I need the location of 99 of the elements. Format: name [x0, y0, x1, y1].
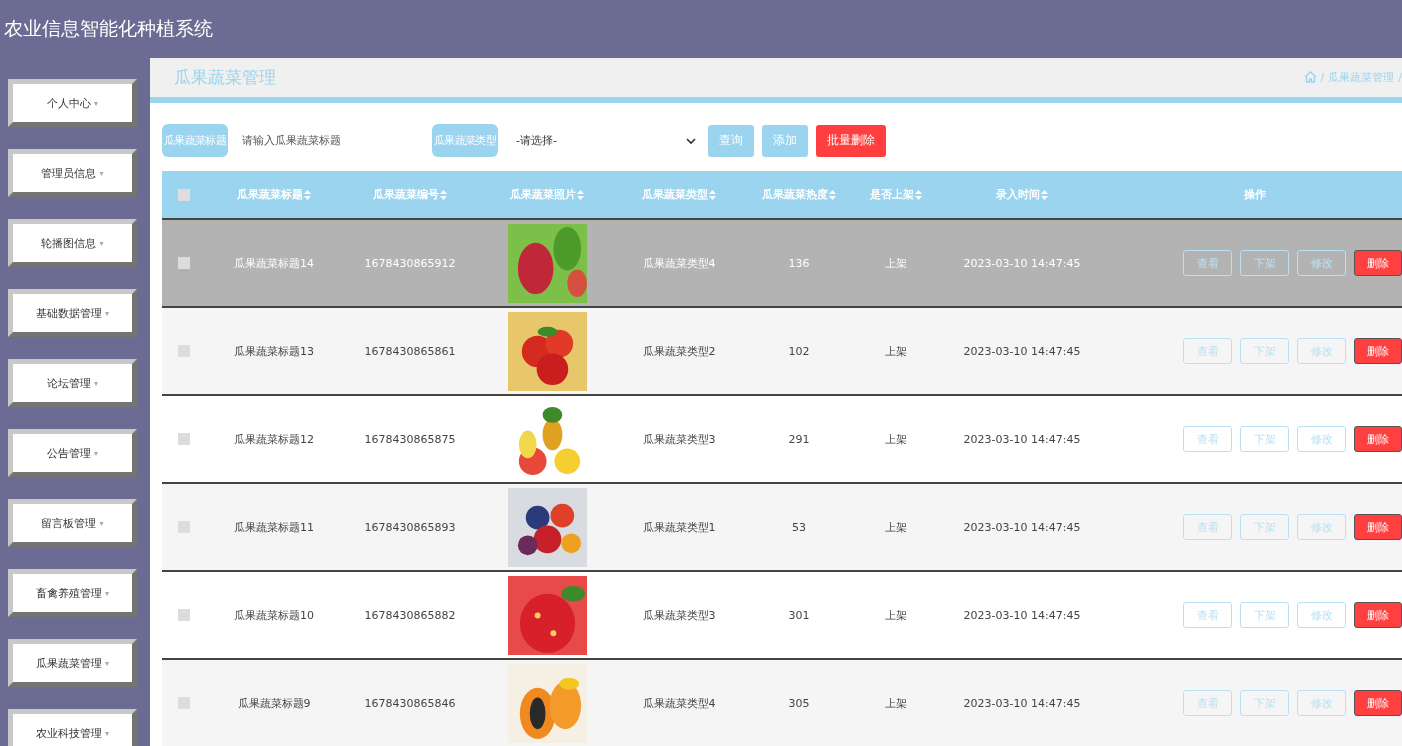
sidebar-item[interactable]: 基础数据管理 ▾: [8, 289, 137, 337]
row-action-button[interactable]: 删除: [1354, 690, 1402, 716]
table-cell: 1678430865912: [364, 256, 456, 270]
table-cell: 上架: [885, 431, 907, 447]
column-header[interactable]: 瓜果蔬菜照片: [510, 187, 576, 202]
row-action-button[interactable]: 下架: [1240, 250, 1289, 276]
row-action-button[interactable]: 修改: [1297, 426, 1346, 452]
table-cell: 瓜果蔬菜标题11: [234, 519, 314, 535]
sort-icon[interactable]: [1041, 189, 1048, 200]
select-all-checkbox[interactable]: [178, 188, 190, 201]
table-cell: 瓜果蔬菜类型2: [642, 343, 716, 359]
row-checkbox[interactable]: [178, 609, 190, 621]
table-cell: 瓜果蔬菜类型4: [642, 255, 716, 271]
table-cell: 2023-03-10 14:47:45: [963, 344, 1081, 358]
table-cell: 301: [788, 608, 810, 622]
row-action-button[interactable]: 删除: [1354, 514, 1402, 540]
row-action-button[interactable]: 删除: [1354, 426, 1402, 452]
sidebar-item[interactable]: 个人中心 ▾: [8, 79, 137, 127]
sidebar-item[interactable]: 农业科技管理 ▾: [8, 709, 137, 746]
row-action-button[interactable]: 下架: [1240, 602, 1289, 628]
column-header[interactable]: 瓜果蔬菜编号: [373, 187, 439, 202]
table-cell: 上架: [885, 695, 907, 711]
row-action-button[interactable]: 删除: [1354, 250, 1402, 276]
table-cell: 291: [788, 432, 810, 446]
page-title: 瓜果蔬菜管理: [174, 65, 276, 89]
row-action-button[interactable]: 查看: [1183, 514, 1232, 540]
column-header: 操作: [1244, 187, 1266, 202]
table-cell: 瓜果蔬菜标题14: [234, 255, 314, 271]
table-cell: 1678430865875: [364, 432, 456, 446]
table-cell: 2023-03-10 14:47:45: [963, 608, 1081, 622]
table-cell: 1678430865861: [364, 344, 456, 358]
field-label: 瓜果蔬菜标题: [162, 124, 228, 158]
type-select[interactable]: -请选择-: [516, 133, 696, 149]
row-action-button[interactable]: 删除: [1354, 602, 1402, 628]
table-cell: 1678430865846: [364, 696, 456, 710]
table-cell: 瓜果蔬菜标题9: [237, 695, 311, 711]
breadcrumb-item: 瓜果蔬菜管理: [1328, 69, 1395, 85]
sidebar-item[interactable]: 瓜果蔬菜管理 ▾: [8, 639, 137, 687]
table-cell: 1678430865893: [364, 520, 456, 534]
row-action-button[interactable]: 查看: [1183, 250, 1232, 276]
row-checkbox[interactable]: [178, 521, 190, 533]
table-cell: 瓜果蔬菜标题12: [234, 431, 314, 447]
row-checkbox[interactable]: [178, 257, 190, 269]
app-title: 农业信息智能化种植系统: [4, 16, 213, 41]
action-button[interactable]: 查询: [708, 124, 754, 157]
table-cell: 2023-03-10 14:47:45: [963, 256, 1081, 270]
table-cell: 1678430865882: [364, 608, 456, 622]
sidebar-item[interactable]: 公告管理 ▾: [8, 429, 137, 477]
sidebar-item[interactable]: 畜禽养殖管理 ▾: [8, 569, 137, 617]
row-checkbox[interactable]: [178, 433, 190, 445]
table-cell: 上架: [885, 343, 907, 359]
sidebar-item[interactable]: 管理员信息 ▾: [8, 149, 137, 197]
sidebar-item[interactable]: 留言板管理 ▾: [8, 499, 137, 547]
table-cell: 2023-03-10 14:47:45: [963, 520, 1081, 534]
table-cell: 瓜果蔬菜标题13: [234, 343, 314, 359]
table-cell: 上架: [885, 255, 907, 271]
table-cell: 136: [788, 256, 810, 270]
home-icon[interactable]: [1303, 71, 1317, 84]
table-cell: 瓜果蔬菜类型4: [642, 695, 716, 711]
field-label: 瓜果蔬菜类型: [432, 124, 498, 158]
table-cell: 瓜果蔬菜类型1: [642, 519, 716, 535]
sort-icon[interactable]: [577, 189, 584, 200]
table-cell: 53: [792, 520, 806, 534]
row-action-button[interactable]: 查看: [1183, 602, 1232, 628]
column-header[interactable]: 瓜果蔬菜热度: [762, 187, 828, 202]
column-header[interactable]: 录入时间: [996, 187, 1040, 202]
sort-icon[interactable]: [829, 189, 836, 200]
sidebar-item[interactable]: 论坛管理 ▾: [8, 359, 137, 407]
column-header[interactable]: 瓜果蔬菜类型: [642, 187, 708, 202]
column-header[interactable]: 是否上架: [870, 187, 914, 202]
row-action-button[interactable]: 查看: [1183, 338, 1232, 364]
row-action-button[interactable]: 修改: [1297, 602, 1346, 628]
row-action-button[interactable]: 删除: [1354, 338, 1402, 364]
table-cell: 2023-03-10 14:47:45: [963, 696, 1081, 710]
table-cell: 瓜果蔬菜类型3: [642, 607, 716, 623]
row-checkbox[interactable]: [178, 697, 190, 709]
sort-icon[interactable]: [440, 189, 447, 200]
table-cell: 305: [788, 696, 810, 710]
row-action-button[interactable]: 查看: [1183, 426, 1232, 452]
table-cell: 上架: [885, 519, 907, 535]
row-action-button[interactable]: 下架: [1240, 426, 1289, 452]
table-cell: 瓜果蔬菜标题10: [234, 607, 314, 623]
column-header[interactable]: 瓜果蔬菜标题: [237, 187, 303, 202]
table-cell: 2023-03-10 14:47:45: [963, 432, 1081, 446]
sidebar-item[interactable]: 轮播图信息 ▾: [8, 219, 137, 267]
action-button[interactable]: 批量删除: [816, 124, 886, 157]
sort-icon[interactable]: [709, 189, 716, 200]
action-button[interactable]: 添加: [762, 124, 808, 157]
sort-icon[interactable]: [304, 189, 311, 200]
table-cell: 瓜果蔬菜类型3: [642, 431, 716, 447]
chevron-down-icon[interactable]: [686, 136, 696, 145]
row-action-button[interactable]: 修改: [1297, 250, 1346, 276]
table-cell: 上架: [885, 607, 907, 623]
row-checkbox[interactable]: [178, 345, 190, 357]
row-action-button[interactable]: 查看: [1183, 690, 1232, 716]
breadcrumb-item: /: [1398, 70, 1402, 84]
table-cell: 102: [788, 344, 810, 358]
breadcrumb-item: /: [1320, 70, 1325, 84]
sort-icon[interactable]: [915, 189, 922, 200]
